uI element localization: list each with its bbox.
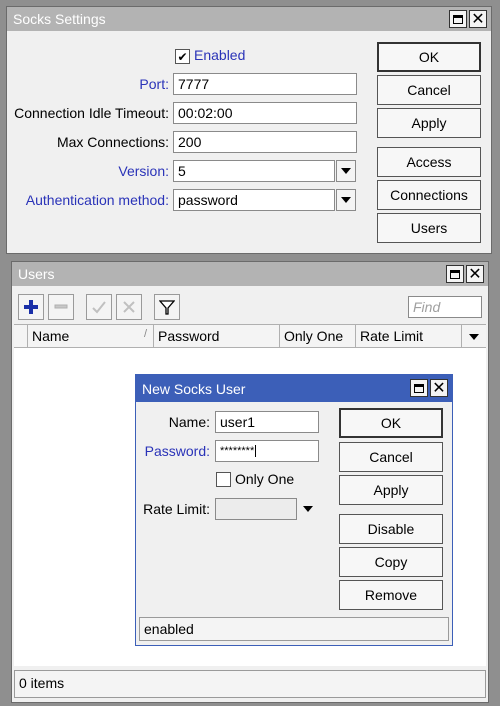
version-dropdown-button[interactable] (336, 160, 356, 182)
sort-icon: / (143, 328, 147, 340)
connections-button[interactable]: Connections (377, 180, 481, 210)
users-status-bar: 0 items (14, 670, 486, 698)
access-button[interactable]: Access (377, 147, 481, 177)
name-label: Name: (168, 414, 210, 430)
user-status-text: enabled (144, 621, 194, 637)
column-rate-limit[interactable]: Rate Limit (356, 324, 462, 348)
filter-icon (159, 300, 175, 315)
remove-button[interactable]: Remove (339, 580, 443, 610)
new-socks-user-dialog: New Socks User ✕ Name: user1 Password: *… (135, 374, 453, 646)
version-select[interactable]: 5 (173, 160, 335, 182)
users-button[interactable]: Users (377, 213, 481, 243)
enable-button[interactable] (86, 294, 112, 320)
maximize-button[interactable] (410, 379, 428, 397)
checkmark-icon: ✔ (177, 49, 188, 64)
password-input[interactable]: ******** (215, 440, 319, 462)
password-label: Password: (144, 443, 210, 459)
maximize-icon (450, 269, 460, 279)
users-titlebar[interactable]: Users ✕ (12, 262, 488, 286)
cancel-button[interactable]: Cancel (339, 442, 443, 472)
find-input[interactable]: Find (408, 296, 482, 318)
name-input[interactable]: user1 (215, 411, 319, 433)
only-one-label: Only One (235, 471, 295, 487)
close-button[interactable]: ✕ (430, 379, 448, 397)
apply-button[interactable]: Apply (339, 475, 443, 505)
idle-timeout-input[interactable]: 00:02:00 (173, 102, 357, 124)
users-title: Users (18, 266, 55, 282)
copy-button[interactable]: Copy (339, 547, 443, 577)
ok-button[interactable]: OK (339, 408, 443, 438)
minus-icon (54, 304, 68, 309)
items-count: 0 items (19, 675, 65, 691)
plus-icon (24, 300, 38, 314)
apply-button[interactable]: Apply (377, 108, 481, 138)
max-connections-input[interactable]: 200 (173, 131, 357, 153)
port-label: Port: (139, 76, 169, 92)
auth-method-dropdown-button[interactable] (336, 189, 356, 211)
close-button[interactable]: ✕ (469, 10, 487, 28)
chevron-down-icon (341, 197, 351, 203)
port-input[interactable]: 7777 (173, 73, 357, 95)
chevron-down-icon (469, 334, 479, 340)
close-button[interactable]: ✕ (466, 265, 484, 283)
ok-button[interactable]: OK (377, 42, 481, 72)
column-only-one-label: Only One (284, 328, 344, 344)
disable-button[interactable] (116, 294, 142, 320)
disable-button[interactable]: Disable (339, 514, 443, 544)
maximize-button[interactable] (449, 10, 467, 28)
new-user-titlebar[interactable]: New Socks User ✕ (136, 375, 452, 402)
columns-menu-button[interactable] (464, 328, 484, 346)
new-user-status-bar: enabled (139, 617, 449, 641)
rate-limit-input[interactable] (215, 498, 297, 520)
auth-method-label: Authentication method: (25, 192, 169, 208)
rate-limit-label: Rate Limit: (143, 501, 210, 517)
cross-icon (123, 301, 135, 313)
maximize-icon (453, 14, 463, 24)
only-one-checkbox[interactable] (216, 472, 231, 487)
close-icon: ✕ (471, 9, 485, 28)
column-name-label: Name (32, 328, 70, 344)
max-connections-label: Max Connections: (56, 134, 169, 150)
password-value: ******** (220, 445, 255, 457)
enabled-checkbox[interactable]: ✔ (175, 49, 190, 64)
column-only-one[interactable]: Only One (280, 324, 356, 348)
column-password[interactable]: Password (154, 324, 280, 348)
enabled-label: Enabled (194, 47, 246, 63)
text-cursor (255, 445, 257, 457)
close-icon: ✕ (468, 264, 482, 283)
check-icon (92, 301, 106, 314)
socks-settings-titlebar[interactable]: Socks Settings ✕ (7, 7, 491, 31)
rate-limit-dropdown-button[interactable] (300, 502, 316, 516)
add-button[interactable] (18, 294, 44, 320)
filter-button[interactable] (154, 294, 180, 320)
maximize-icon (414, 383, 424, 393)
idle-timeout-label: Connection Idle Timeout: (14, 105, 169, 121)
remove-button[interactable] (48, 294, 74, 320)
socks-settings-title: Socks Settings (13, 11, 106, 27)
version-label: Version: (118, 163, 169, 179)
new-user-title: New Socks User (142, 381, 246, 397)
cancel-button[interactable]: Cancel (377, 75, 481, 105)
chevron-down-icon (341, 168, 351, 174)
auth-method-select[interactable]: password (173, 189, 335, 211)
socks-settings-window: Socks Settings ✕ ✔ Enabled Port: 7777 Co… (6, 6, 492, 254)
maximize-button[interactable] (446, 265, 464, 283)
find-placeholder: Find (413, 299, 441, 315)
column-name[interactable]: Name / (28, 324, 154, 348)
column-password-label: Password (158, 328, 220, 344)
close-icon: ✕ (432, 378, 446, 397)
column-spacer (14, 324, 28, 348)
chevron-down-icon (303, 506, 313, 512)
column-rate-limit-label: Rate Limit (360, 328, 424, 344)
